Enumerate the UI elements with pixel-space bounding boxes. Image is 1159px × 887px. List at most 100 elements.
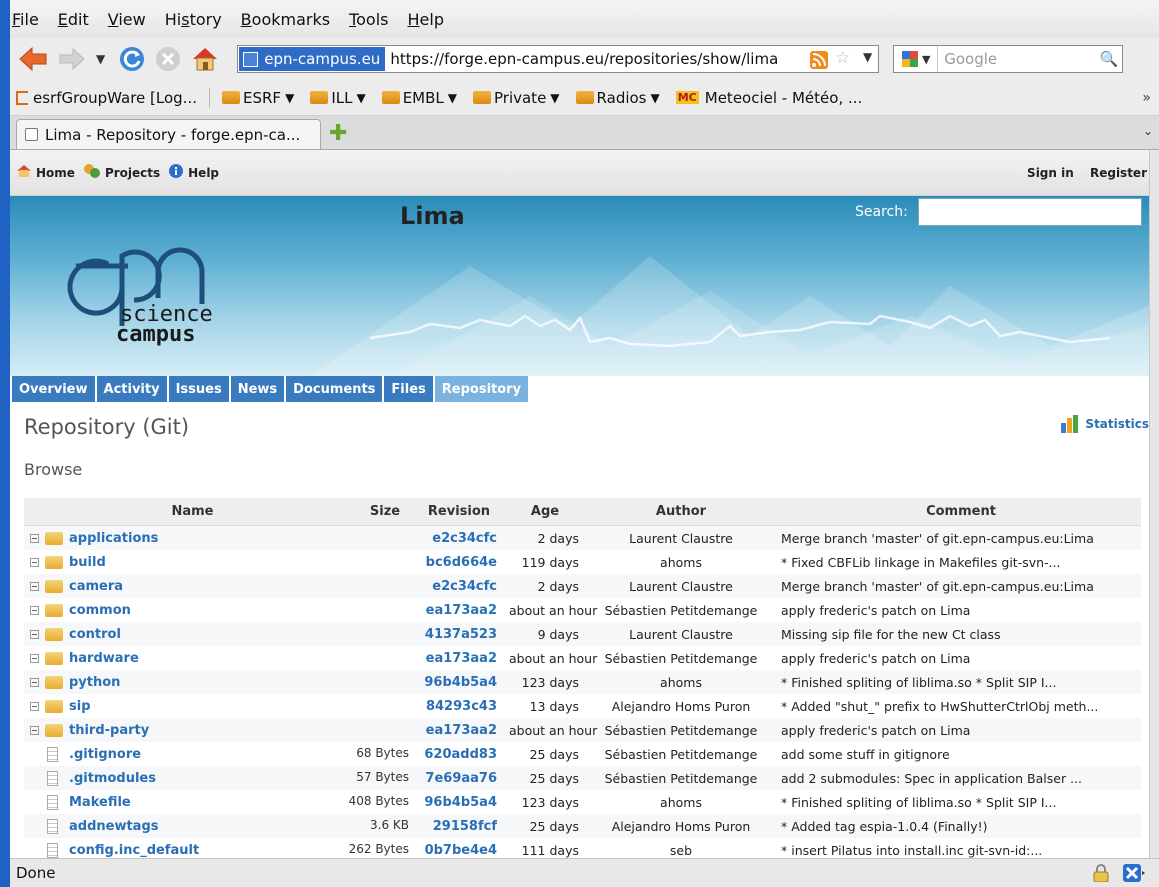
revision-link[interactable]: 96b4b5a4 xyxy=(409,675,509,690)
site-identity-button[interactable]: epn-campus.eu xyxy=(239,47,386,71)
column-name[interactable]: Name xyxy=(24,504,361,519)
search-magnifier-icon[interactable]: 🔍 xyxy=(1100,50,1119,68)
expand-toggle-icon[interactable] xyxy=(30,533,39,543)
entry-name-link[interactable]: camera xyxy=(69,579,123,594)
revision-link[interactable]: 96b4b5a4 xyxy=(409,795,509,810)
tab-issues[interactable]: Issues xyxy=(168,376,229,402)
entry-name-link[interactable]: .gitignore xyxy=(69,747,141,762)
web-search-box[interactable]: ▼ Google 🔍 xyxy=(893,45,1124,73)
revision-link[interactable]: bc6d664e xyxy=(409,555,509,570)
home-button[interactable] xyxy=(191,46,219,72)
tab-lima-repository[interactable]: Lima - Repository - forge.epn-ca... xyxy=(16,119,321,149)
menu-view[interactable]: View xyxy=(108,10,146,29)
entry-name-link[interactable]: python xyxy=(69,675,120,690)
search-engine-selector[interactable]: ▼ xyxy=(894,46,939,72)
expand-toggle-icon[interactable] xyxy=(30,581,39,591)
top-projects-link[interactable]: Projects xyxy=(83,163,160,182)
statistics-link[interactable]: Statistics xyxy=(1060,415,1149,433)
bookmark-5[interactable]: Radios ▼ xyxy=(575,89,660,107)
entry-name-link[interactable]: control xyxy=(69,627,121,642)
entry-name-link[interactable]: .gitmodules xyxy=(69,771,156,786)
lock-icon[interactable] xyxy=(1093,864,1109,882)
tab-list-chevron-icon[interactable]: ⌄ xyxy=(1143,124,1153,138)
column-revision[interactable]: Revision xyxy=(409,504,509,519)
entry-name-link[interactable]: Makefile xyxy=(69,795,131,810)
url-history-dropdown[interactable]: ▼ xyxy=(863,50,872,64)
sign-in-link[interactable]: Sign in xyxy=(1027,166,1074,180)
entry-name-link[interactable]: applications xyxy=(69,531,158,546)
column-author[interactable]: Author xyxy=(581,504,781,519)
top-home-link[interactable]: Home xyxy=(16,164,75,181)
tab-activity[interactable]: Activity xyxy=(96,376,167,402)
revision-link[interactable]: 620add83 xyxy=(409,747,509,762)
column-size[interactable]: Size xyxy=(361,504,409,519)
revision-link[interactable]: e2c34cfc xyxy=(409,531,509,546)
entry-name-link[interactable]: third-party xyxy=(69,723,149,738)
menu-edit[interactable]: Edit xyxy=(58,10,89,29)
forward-button[interactable] xyxy=(58,47,86,71)
bookmark-3[interactable]: EMBL ▼ xyxy=(381,89,457,107)
expand-toggle-icon[interactable] xyxy=(30,725,39,735)
expand-toggle-icon[interactable] xyxy=(30,605,39,615)
top-help-link[interactable]: Help xyxy=(168,163,219,182)
revision-link[interactable]: ea173aa2 xyxy=(409,603,509,618)
entry-name-link[interactable]: common xyxy=(69,603,131,618)
cell-name: sip xyxy=(24,699,361,714)
entry-name-link[interactable]: sip xyxy=(69,699,91,714)
expand-toggle-icon[interactable] xyxy=(30,677,39,687)
cell-comment: apply frederic's patch on Lima xyxy=(781,602,971,618)
expand-toggle-icon[interactable] xyxy=(30,701,39,711)
menu-help[interactable]: Help xyxy=(408,10,444,29)
chevron-down-icon: ▼ xyxy=(650,90,660,105)
new-tab-plus-icon[interactable]: ✚ xyxy=(329,123,347,145)
revision-link[interactable]: 29158fcf xyxy=(409,819,509,834)
tab-overview[interactable]: Overview xyxy=(12,376,95,402)
expand-toggle-icon[interactable] xyxy=(30,629,39,639)
bookmark-4[interactable]: Private ▼ xyxy=(473,89,560,107)
entry-name-link[interactable]: build xyxy=(69,555,106,570)
xmarks-icon[interactable] xyxy=(1123,864,1145,882)
project-header: science campus Lima Search: xyxy=(10,196,1149,376)
revision-link[interactable]: ea173aa2 xyxy=(409,723,509,738)
statistics-label: Statistics xyxy=(1085,417,1149,431)
tab-repository[interactable]: Repository xyxy=(434,376,529,402)
bookmark-1[interactable]: ESRF ▼ xyxy=(222,89,294,107)
bookmarks-overflow-icon[interactable]: » xyxy=(1142,90,1151,106)
stop-button[interactable] xyxy=(155,46,181,72)
revision-link[interactable]: 4137a523 xyxy=(409,627,509,642)
entry-name-link[interactable]: addnewtags xyxy=(69,819,159,834)
column-comment[interactable]: Comment xyxy=(781,504,1141,519)
entry-name-link[interactable]: config.inc_default xyxy=(69,843,199,858)
revision-link[interactable]: 7e69aa76 xyxy=(409,771,509,786)
history-dropdown[interactable]: ▼ xyxy=(96,52,105,66)
table-row: sip 84293c43 13 days Alejandro Homs Puron * … xyxy=(24,694,1141,718)
register-link[interactable]: Register xyxy=(1090,166,1147,180)
reload-button[interactable] xyxy=(119,46,145,72)
menu-tools[interactable]: Tools xyxy=(349,10,388,29)
revision-link[interactable]: 84293c43 xyxy=(409,699,509,714)
tab-documents[interactable]: Documents xyxy=(286,376,383,402)
bookmark-6[interactable]: MC Meteociel - Météo, ... xyxy=(675,89,862,107)
menu-history[interactable]: History xyxy=(165,10,222,29)
revision-link[interactable]: e2c34cfc xyxy=(409,579,509,594)
entry-name-link[interactable]: hardware xyxy=(69,651,139,666)
address-bar[interactable]: epn-campus.eu https://forge.epn-campus.e… xyxy=(237,45,880,73)
vertical-scrollbar[interactable] xyxy=(1149,150,1159,858)
revision-link[interactable]: 0b7be4e4 xyxy=(409,843,509,858)
search-input[interactable]: Google xyxy=(944,50,1099,68)
rss-feed-icon[interactable] xyxy=(810,51,829,69)
tab-news[interactable]: News xyxy=(230,376,285,402)
expand-toggle-icon[interactable] xyxy=(30,557,39,567)
bookmark-star-icon[interactable]: ☆ xyxy=(835,48,850,68)
back-button[interactable] xyxy=(18,46,48,72)
column-age[interactable]: Age xyxy=(509,504,581,519)
revision-link[interactable]: ea173aa2 xyxy=(409,651,509,666)
menu-bookmarks[interactable]: Bookmarks xyxy=(241,10,330,29)
bookmark-2[interactable]: ILL ▼ xyxy=(310,89,366,107)
bookmark-0[interactable]: esrfGroupWare [Log... xyxy=(16,89,197,107)
expand-toggle-icon[interactable] xyxy=(30,653,39,663)
menu-file[interactable]: File xyxy=(12,10,39,29)
quick-search-input[interactable] xyxy=(918,198,1142,226)
url-text[interactable]: https://forge.epn-campus.eu/repositories… xyxy=(390,50,800,68)
tab-files[interactable]: Files xyxy=(384,376,433,402)
